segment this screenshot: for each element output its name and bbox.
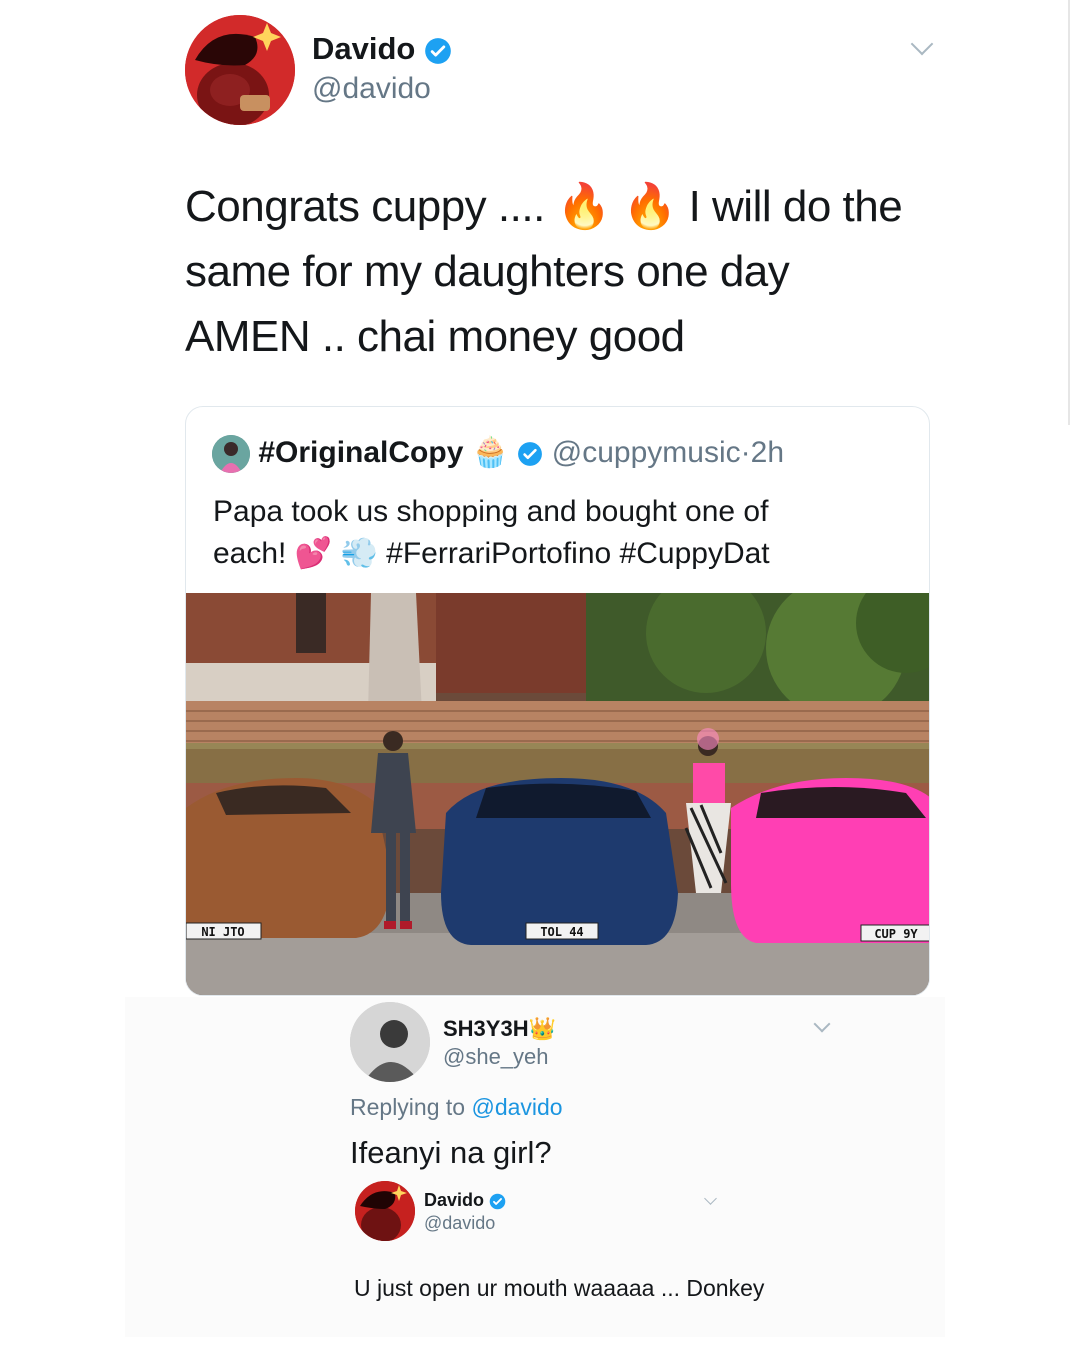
dash-icon: 💨 bbox=[340, 536, 378, 571]
chevron-down-icon[interactable] bbox=[910, 32, 934, 56]
reply2-display-name[interactable]: Davido bbox=[424, 1190, 506, 1211]
cupcake-icon: 🧁 bbox=[471, 435, 510, 470]
main-text-part-1: Congrats cuppy .... bbox=[185, 182, 557, 231]
quoted-text-line-2: each! bbox=[213, 537, 295, 570]
replying-prefix: Replying to bbox=[350, 1094, 472, 1120]
verified-badge-icon bbox=[425, 37, 451, 64]
ferrari-photo: NI JTO TOL 44 CUP 9Y bbox=[186, 573, 929, 995]
main-handle[interactable]: @davido bbox=[312, 72, 431, 106]
quoted-hashtags[interactable]: #FerrariPortofino #CuppyDat bbox=[378, 537, 770, 570]
plate-2: TOL 44 bbox=[540, 925, 583, 939]
replying-to-link[interactable]: @davido bbox=[471, 1094, 562, 1120]
quoted-text-line-1: Papa took us shopping and bought one of bbox=[213, 495, 769, 528]
reply1-text: Ifeanyi na girl? bbox=[350, 1135, 552, 1170]
replying-to-line: Replying to @davido bbox=[350, 1094, 563, 1121]
reply2-name-text: Davido bbox=[424, 1190, 485, 1210]
reply1-name-text: SH3Y3H bbox=[443, 1016, 529, 1041]
crown-icon: 👑 bbox=[528, 1017, 556, 1042]
quoted-avatar[interactable] bbox=[212, 435, 250, 474]
quoted-tweet-photo[interactable]: NI JTO TOL 44 CUP 9Y bbox=[186, 573, 929, 995]
main-tweet-text: Congrats cuppy .... 🔥 🔥 I will do the sa… bbox=[185, 174, 915, 369]
quoted-handle[interactable]: @cuppymusic bbox=[552, 436, 741, 469]
verified-badge-icon bbox=[518, 442, 543, 466]
verified-badge-icon bbox=[489, 1193, 506, 1210]
reply2-avatar[interactable] bbox=[355, 1181, 415, 1241]
main-display-name[interactable]: Davido bbox=[312, 31, 452, 67]
plate-3: CUP 9Y bbox=[874, 927, 918, 941]
reply2-handle[interactable]: @davido bbox=[424, 1213, 495, 1234]
meta-separator: · bbox=[740, 436, 751, 469]
reply1-display-name[interactable]: SH3Y3H👑 bbox=[443, 1016, 556, 1042]
plate-1: NI JTO bbox=[201, 925, 244, 939]
two-hearts-icon: 💕 bbox=[294, 536, 333, 571]
quoted-timestamp[interactable]: 2h bbox=[751, 436, 784, 469]
quoted-tweet-text: Papa took us shopping and bought one of … bbox=[213, 491, 913, 575]
reply2-text: U just open ur mouth waaaaa ... Donkey bbox=[354, 1275, 765, 1301]
main-avatar[interactable] bbox=[185, 15, 295, 125]
quoted-display-name[interactable]: #OriginalCopy bbox=[258, 436, 463, 469]
quoted-tweet-header: #OriginalCopy 🧁 @cuppymusic·2h bbox=[212, 435, 784, 474]
main-name-text: Davido bbox=[312, 31, 416, 66]
reply1-avatar[interactable] bbox=[350, 1002, 430, 1082]
reply1-handle[interactable]: @she_yeh bbox=[443, 1044, 549, 1070]
fire-icon: 🔥 bbox=[556, 181, 612, 232]
quoted-tweet-card[interactable]: #OriginalCopy 🧁 @cuppymusic·2h Papa took… bbox=[185, 406, 930, 996]
fire-icon: 🔥 bbox=[622, 181, 678, 232]
